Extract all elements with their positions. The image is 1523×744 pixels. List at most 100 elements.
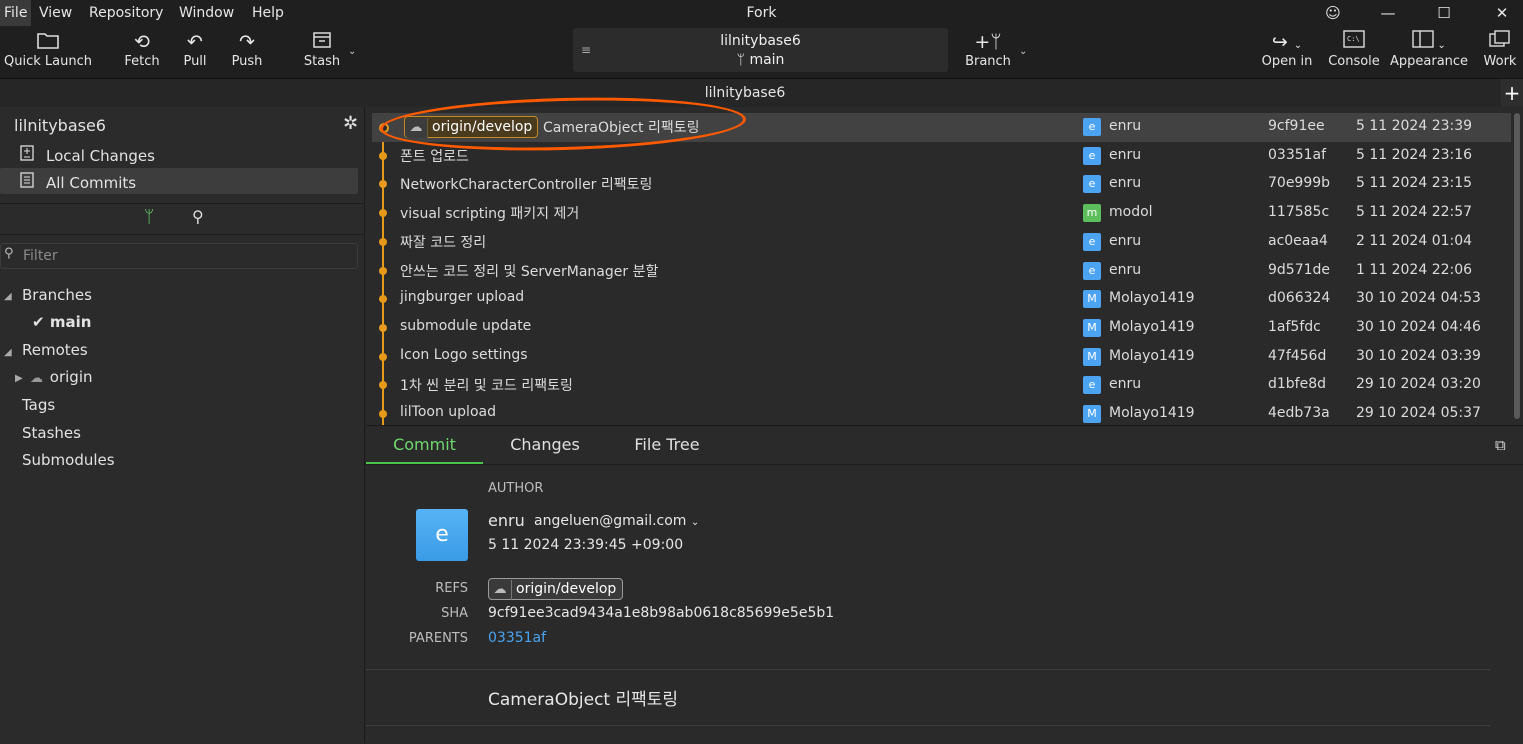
author-avatar: e (1083, 175, 1101, 194)
commit-row[interactable]: 안쓰는 코드 정리 및 ServerManager 분할 e enru 9d571de… (372, 257, 1511, 286)
branch-filter-icon[interactable]: ᛘ (144, 207, 154, 227)
menu-window[interactable]: Window (175, 0, 238, 26)
commit-row[interactable]: 짜잘 코드 정리 e enru ac0eaa4 2 11 2024 01:04 (372, 228, 1511, 257)
parent-sha-link[interactable]: 03351af (488, 630, 546, 646)
menu-view[interactable]: View (35, 0, 76, 26)
sidebar-section-branches[interactable]: Branches (22, 286, 92, 304)
commit-row[interactable]: 폰트 업로드 e enru 03351af 5 11 2024 23:16 (372, 142, 1511, 171)
stash-button[interactable]: Stash (300, 30, 344, 76)
commit-date: 5 11 2024 22:57 (1356, 204, 1473, 221)
commit-row[interactable]: submodule update M Molayo1419 1af5fdc 30 10 … (372, 314, 1511, 343)
commit-row[interactable]: jingburger upload M Molayo1419 d066324 30 10… (372, 285, 1511, 314)
origin-expand-icon[interactable]: ▶ (15, 373, 23, 384)
commit-message: 폰트 업로드 (400, 148, 469, 165)
filter-input[interactable] (21, 246, 345, 266)
commit-date: 5 11 2024 23:15 (1356, 175, 1473, 192)
commit-row[interactable]: ☁ origin/develop CameraObject 리팩토링 e enru 9cf… (372, 113, 1511, 142)
tab-file-tree[interactable]: File Tree (621, 426, 713, 464)
tab-repository[interactable]: lilnitybase6 (0, 79, 1490, 107)
commit-date: 30 10 2024 04:53 (1356, 290, 1481, 307)
add-tab-button[interactable]: + (1501, 79, 1523, 107)
push-button[interactable]: ↷ Push (227, 30, 267, 76)
sidebar-section-tags[interactable]: Tags (22, 396, 55, 414)
menu-repository[interactable]: Repository (85, 0, 167, 26)
stash-label: Stash (303, 54, 341, 69)
ref-badge-origin-develop[interactable]: ☁ origin/develop (404, 116, 539, 138)
author-avatar: M (1083, 405, 1101, 423)
open-external-icon[interactable]: ⧉ (1495, 436, 1506, 454)
sidebar-item-remote-origin[interactable]: ☁ origin (30, 368, 93, 386)
author-email-dropdown[interactable]: angeluen@gmail.com ⌄ (534, 513, 699, 529)
branches-collapse-icon[interactable]: ◢ (4, 291, 12, 302)
branch-label: Branch (965, 54, 1011, 69)
commit-row[interactable]: Icon Logo settings M Molayo1419 47f456d 30 1… (372, 343, 1511, 372)
pull-button[interactable]: ↶ Pull (176, 30, 214, 76)
search-icon[interactable]: ⚲ (192, 207, 204, 226)
appearance-label: Appearance (1390, 54, 1469, 69)
commit-message: 짜잘 코드 정리 (400, 234, 487, 251)
commit-graph-node (379, 266, 387, 275)
menu-file[interactable]: File (0, 0, 32, 26)
appearance-icon: ⌄ (1390, 30, 1468, 54)
feedback-icon[interactable]: ☺ (1313, 0, 1353, 26)
fetch-label: Fetch (124, 54, 160, 69)
quick-launch-button[interactable]: Quick Launch (4, 30, 92, 76)
sidebar-item-all-commits[interactable]: All Commits (0, 168, 358, 194)
all-commits-label: All Commits (46, 174, 137, 192)
author-name: enru (488, 511, 525, 530)
fetch-button[interactable]: ⟲ Fetch (120, 30, 164, 76)
branch-icon: ᛘ (736, 52, 750, 68)
commit-row[interactable]: NetworkCharacterController 리팩토링 e enru 70e9… (372, 170, 1511, 199)
remotes-collapse-icon[interactable]: ◢ (4, 347, 12, 358)
tab-changes[interactable]: Changes (496, 426, 594, 464)
commit-sha: 1af5fdc (1268, 318, 1321, 335)
gear-icon[interactable]: ✲ (343, 113, 358, 134)
stash-chevron-down-icon[interactable]: ⌄ (348, 46, 356, 57)
refs-label: REFS (435, 581, 468, 596)
appearance-button[interactable]: ⌄ Appearance (1390, 30, 1468, 76)
sidebar-section-submodules[interactable]: Submodules (22, 451, 115, 469)
local-changes-icon (20, 145, 40, 165)
commit-row[interactable]: 1차 씬 분리 및 코드 리팩토링 e enru d1bfe8d 29 10 2024 … (372, 371, 1511, 400)
commit-author: Molayo1419 (1109, 405, 1195, 421)
commit-list-scrollbar[interactable] (1514, 113, 1520, 419)
commit-graph-node (379, 323, 387, 332)
minimize-button[interactable]: — (1368, 0, 1408, 26)
push-label: Push (231, 54, 263, 69)
ref-badge-origin-develop[interactable]: ☁ origin/develop (488, 578, 624, 600)
maximize-button[interactable]: ☐ (1424, 0, 1464, 26)
sidebar-item-branch-main[interactable]: ✔ main (32, 313, 91, 331)
sidebar-section-remotes[interactable]: Remotes (22, 341, 88, 359)
sidebar-item-local-changes[interactable]: Local Changes (20, 145, 155, 165)
commit-graph-node (379, 410, 387, 418)
commit-date: 30 10 2024 04:46 (1356, 318, 1481, 335)
details-divider (366, 725, 1490, 726)
console-button[interactable]: C:\ Console (1326, 30, 1382, 76)
workspace-button[interactable]: Work (1480, 30, 1520, 76)
commit-sha: 47f456d (1268, 347, 1327, 364)
commit-row[interactable]: visual scripting 패키지 제거 m modol 117585c 5 11… (372, 199, 1511, 228)
filter-field[interactable]: ⚲ (0, 243, 358, 269)
commit-row[interactable]: lilToon upload M Molayo1419 4edb73a 29 10 20… (372, 400, 1511, 425)
commit-sha: ac0eaa4 (1268, 232, 1328, 249)
sidebar-section-stashes[interactable]: Stashes (22, 424, 81, 442)
repository-selector[interactable]: ≡ lilnitybase6 ᛘ main (573, 28, 948, 72)
author-avatar: e (1083, 146, 1101, 165)
workspace-icon (1480, 30, 1520, 54)
filter-search-icon: ⚲ (4, 246, 14, 261)
commit-author: Molayo1419 (1109, 318, 1195, 335)
commit-details-pane: Commit Changes File Tree ⧉ AUTHOR e enru… (366, 425, 1523, 744)
menu-help[interactable]: Help (248, 0, 288, 26)
commit-author: Molayo1419 (1109, 347, 1195, 364)
close-button[interactable]: ✕ (1482, 0, 1522, 26)
folder-icon (4, 30, 92, 54)
commit-message: jingburger upload (400, 289, 525, 306)
open-in-button[interactable]: ↪ ⌄ Open in (1258, 30, 1316, 76)
checkmark-icon: ✔ (32, 313, 45, 331)
commit-author: modol (1109, 204, 1153, 221)
quick-launch-label: Quick Launch (4, 54, 92, 69)
commit-author: enru (1109, 146, 1142, 163)
tab-commit[interactable]: Commit (366, 426, 483, 464)
branch-button[interactable]: +ᛘ Branch (963, 30, 1013, 76)
branch-chevron-down-icon[interactable]: ⌄ (1019, 46, 1027, 57)
